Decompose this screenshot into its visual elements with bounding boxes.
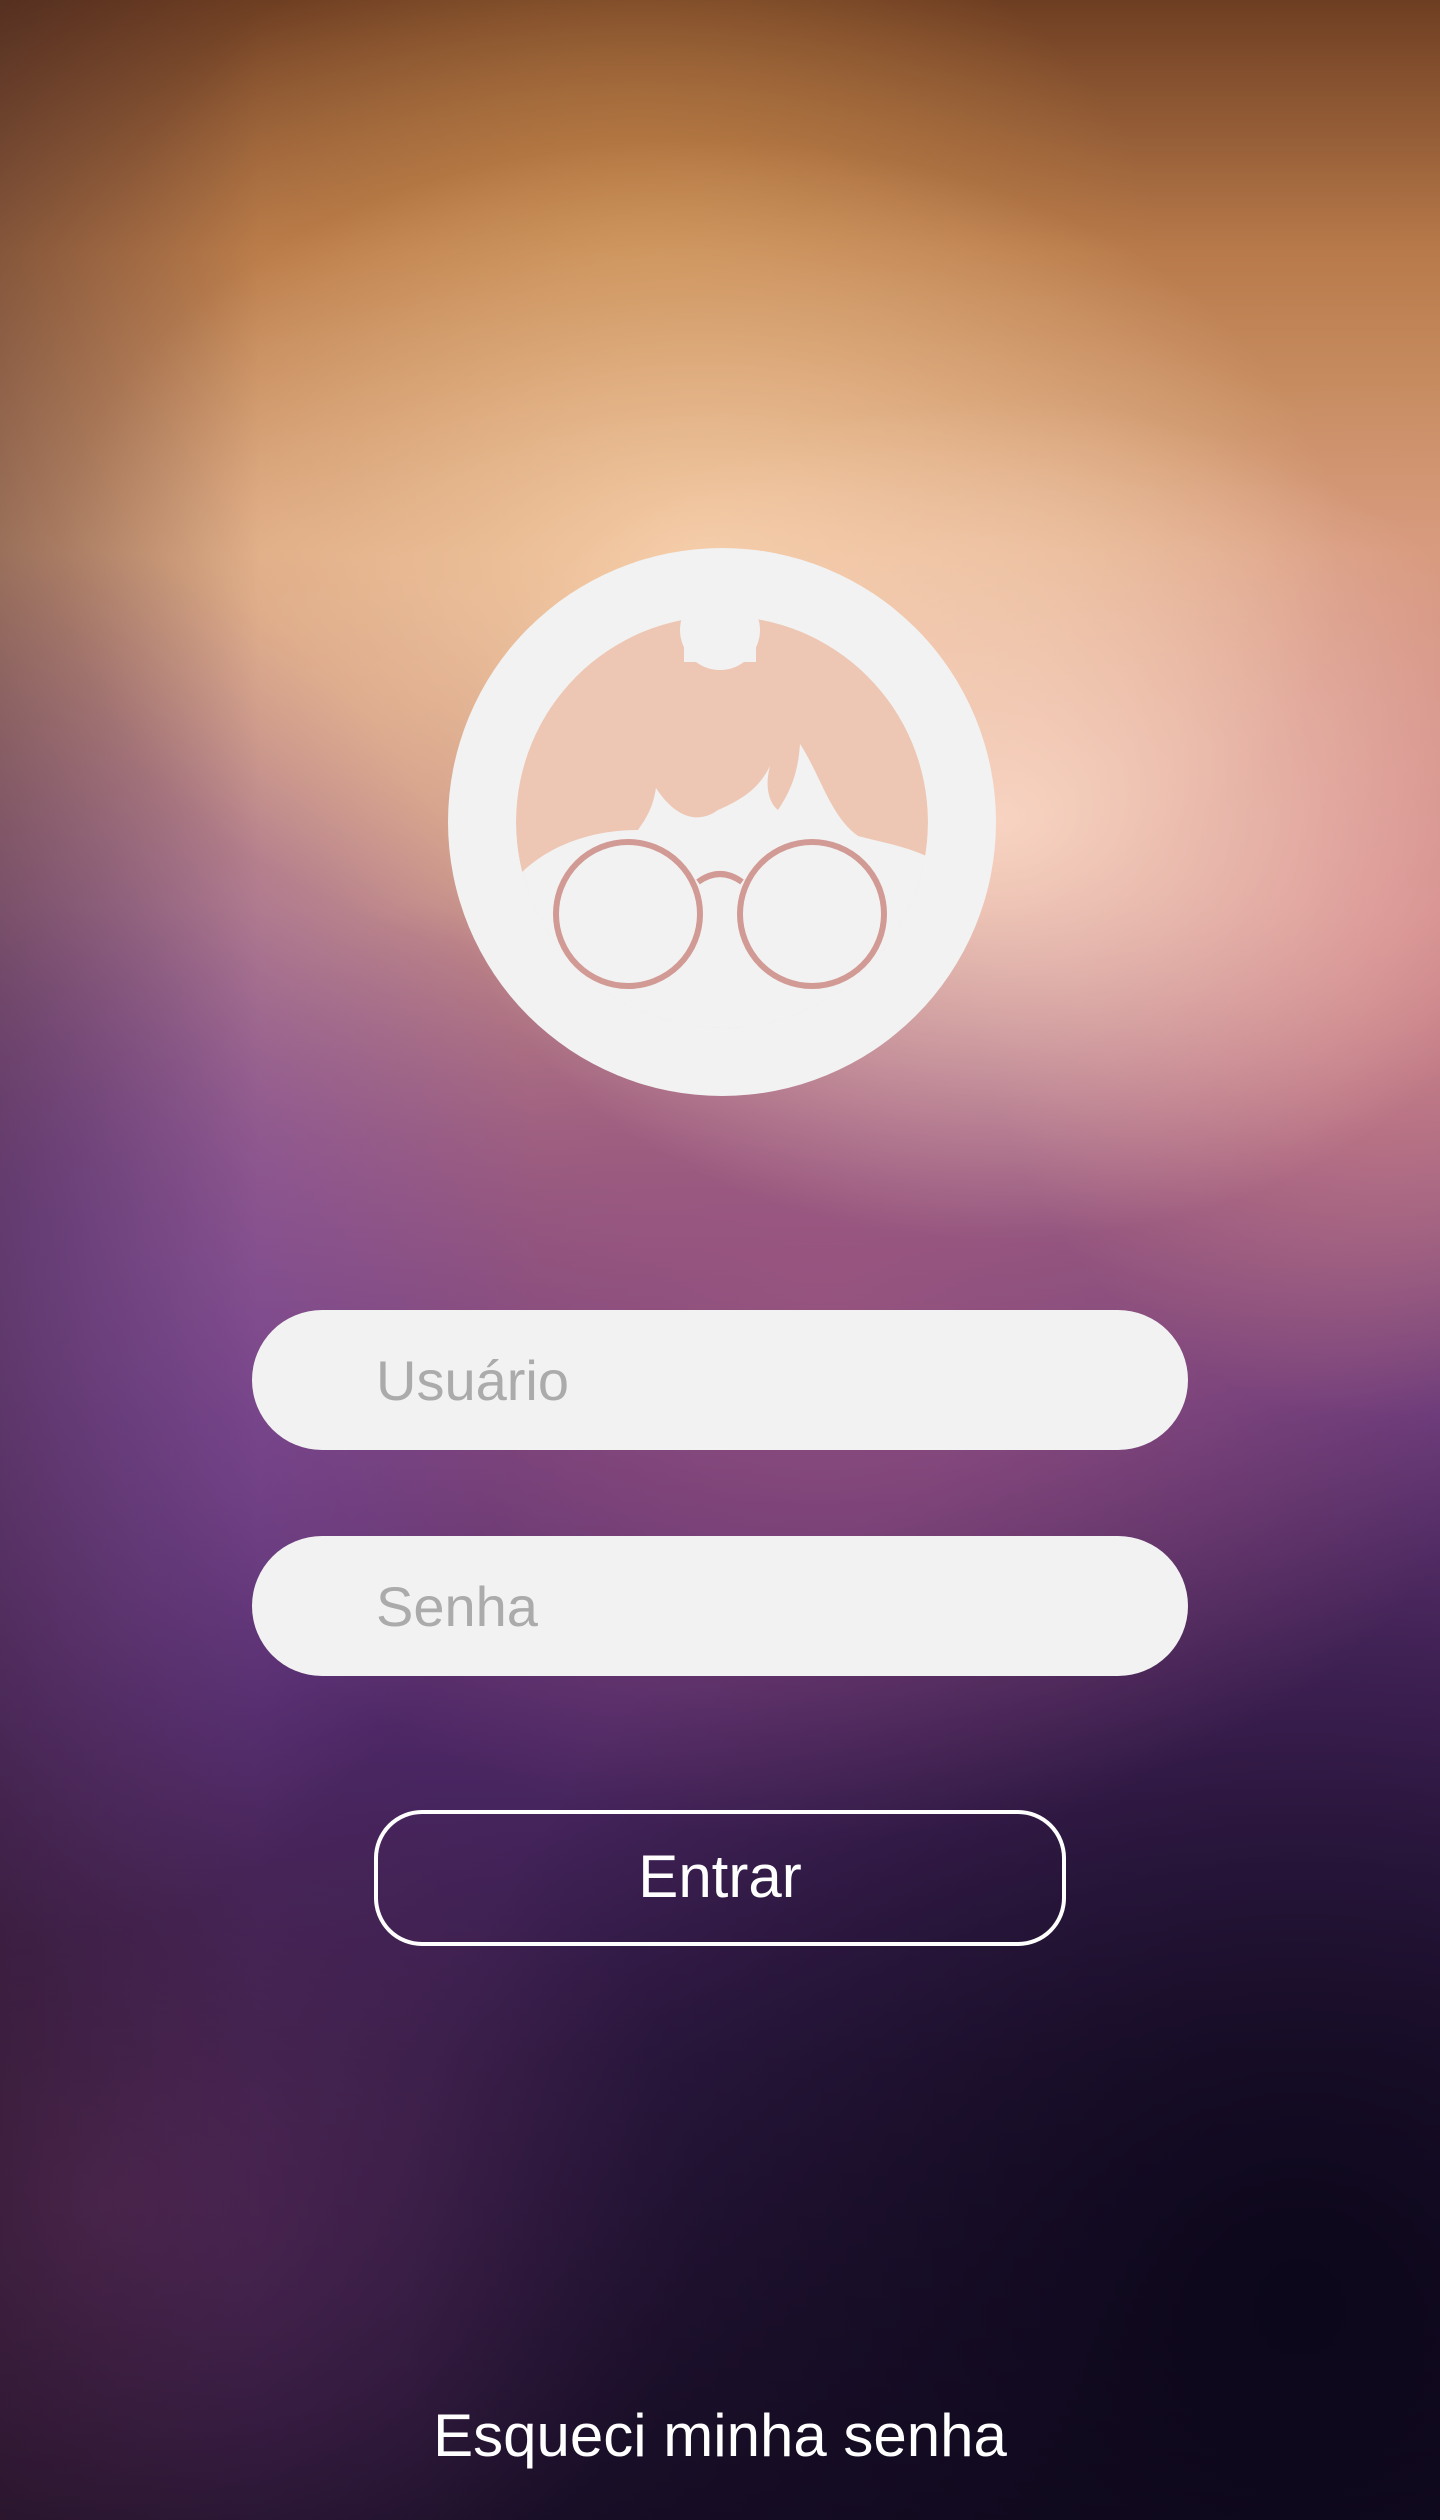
password-field[interactable] — [252, 1536, 1188, 1676]
grandma-glasses-icon — [448, 548, 996, 1096]
username-input[interactable] — [376, 1310, 1136, 1450]
password-input[interactable] — [376, 1536, 1136, 1676]
background-vignette — [0, 0, 260, 2520]
forgot-password-link[interactable]: Esqueci minha senha — [0, 2396, 1440, 2476]
username-field[interactable] — [252, 1310, 1188, 1450]
login-button[interactable]: Entrar — [374, 1810, 1066, 1946]
